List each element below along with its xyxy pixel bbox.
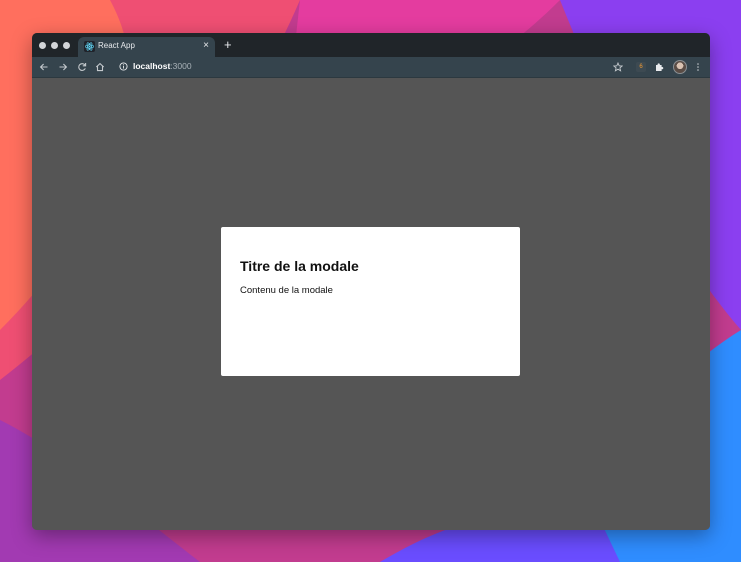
minimize-window-button[interactable] xyxy=(51,42,58,49)
modal-content: Contenu de la modale xyxy=(240,285,333,296)
browser-tab[interactable]: React App × xyxy=(78,37,215,57)
bookmark-star-icon[interactable] xyxy=(613,62,623,72)
title-bar: React App × + xyxy=(32,33,710,57)
profile-avatar[interactable] xyxy=(673,60,687,74)
url-host: localhost xyxy=(133,61,171,71)
home-icon[interactable] xyxy=(95,62,105,72)
back-arrow-icon[interactable] xyxy=(39,62,49,72)
tab-close-icon[interactable]: × xyxy=(203,40,209,52)
info-icon[interactable] xyxy=(119,62,128,71)
modal-dialog: Titre de la modale Contenu de la modale xyxy=(221,227,520,376)
react-logo-icon xyxy=(84,41,95,52)
maximize-window-button[interactable] xyxy=(63,42,70,49)
more-menu-icon[interactable] xyxy=(693,62,703,72)
modal-title: Titre de la modale xyxy=(240,258,359,274)
extensions-puzzle-icon[interactable] xyxy=(654,62,664,72)
reload-icon[interactable] xyxy=(77,62,87,72)
forward-arrow-icon[interactable] xyxy=(58,62,68,72)
browser-window: React App × + localhost:3000 6 Titre de … xyxy=(32,33,710,530)
extension-icon[interactable]: 6 xyxy=(636,62,646,72)
new-tab-button[interactable]: + xyxy=(224,38,232,51)
page-content: Titre de la modale Contenu de la modale xyxy=(32,78,710,530)
tab-title: React App xyxy=(98,41,135,50)
close-window-button[interactable] xyxy=(39,42,46,49)
url-port: :3000 xyxy=(170,61,192,71)
url-text[interactable]: localhost:3000 xyxy=(133,61,192,71)
browser-toolbar: localhost:3000 6 xyxy=(32,57,710,78)
